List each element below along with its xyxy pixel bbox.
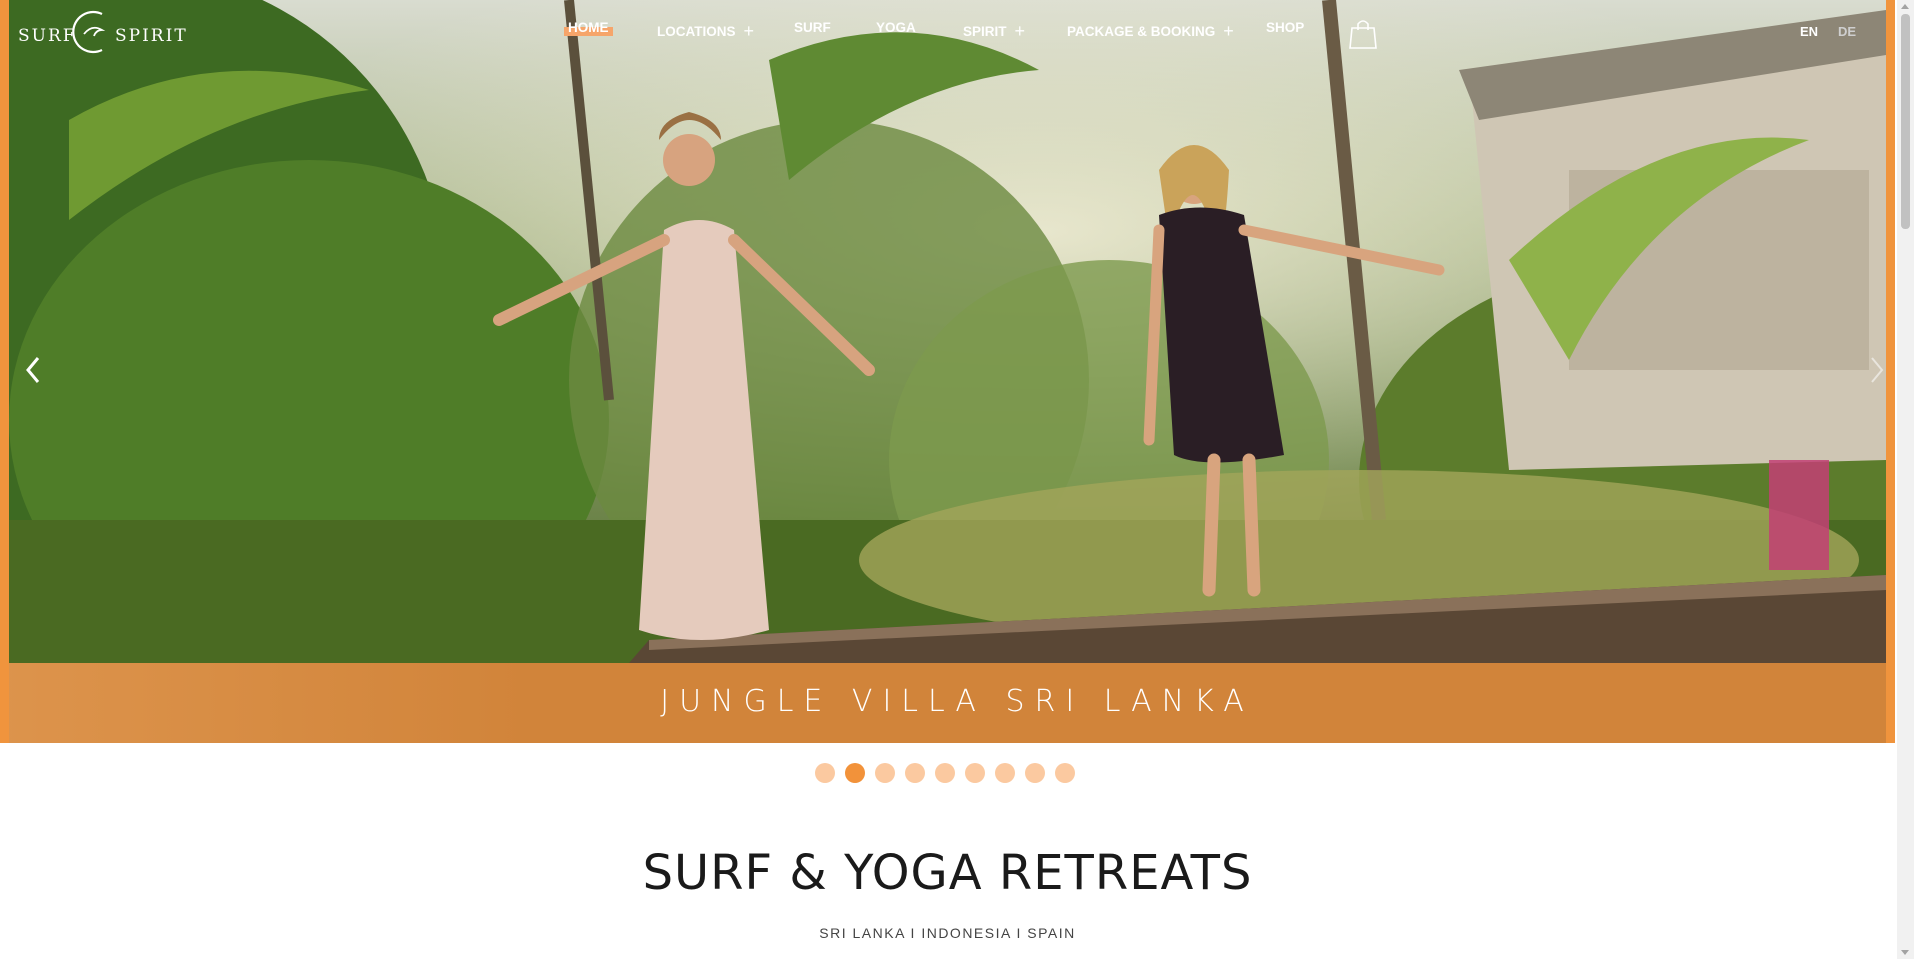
nav-item-label: SHOP	[1266, 20, 1305, 35]
slider-dot[interactable]	[815, 763, 835, 783]
scroll-up-arrow-icon[interactable]	[1901, 4, 1909, 9]
nav-item-label: SPIRIT	[963, 24, 1007, 39]
locations-subline: SRI LANKA I INDONESIA I SPAIN	[819, 925, 1076, 941]
language-de[interactable]: DE	[1838, 24, 1856, 39]
nav-item-spirit[interactable]: SPIRIT +	[963, 20, 1025, 41]
slider-dot[interactable]	[995, 763, 1015, 783]
nav-item-label: LOCATIONS	[657, 24, 736, 39]
nav-item-label: SURF	[794, 20, 831, 35]
logo-word-spirit: SPIRIT	[115, 26, 188, 46]
page-scrollbar[interactable]	[1897, 0, 1914, 959]
slider-dot[interactable]	[1055, 763, 1075, 783]
slider-dot[interactable]	[905, 763, 925, 783]
page-headline: SURF & YOGA RETREATS	[642, 845, 1253, 901]
wave-logo-icon	[72, 10, 106, 54]
slider-next-button[interactable]	[1865, 350, 1889, 390]
nav-item-yoga[interactable]: YOGA	[876, 20, 916, 35]
slide-caption: JUNGLE VILLA SRI LANKA	[660, 684, 1254, 719]
nav-item-surf[interactable]: SURF	[794, 20, 831, 35]
nav-item-locations[interactable]: LOCATIONS +	[657, 20, 754, 41]
nav-item-home[interactable]: HOME	[564, 20, 612, 36]
plus-icon[interactable]: +	[1223, 21, 1234, 41]
scroll-down-arrow-icon[interactable]	[1901, 950, 1909, 955]
nav-item-package-booking[interactable]: PACKAGE & BOOKING +	[1067, 20, 1234, 41]
plus-icon[interactable]: +	[744, 21, 755, 41]
slider-prev-button[interactable]	[21, 350, 45, 390]
shopping-bag-icon[interactable]	[1348, 18, 1378, 50]
chevron-left-icon	[26, 357, 40, 383]
slider-dot-active[interactable]	[845, 763, 865, 783]
slider-dot[interactable]	[1025, 763, 1045, 783]
slider-dot[interactable]	[965, 763, 985, 783]
slider-dot[interactable]	[935, 763, 955, 783]
hero-slider	[0, 0, 1895, 743]
scrollbar-thumb[interactable]	[1901, 14, 1910, 229]
slider-dot[interactable]	[875, 763, 895, 783]
hero-image	[9, 0, 1886, 663]
plus-icon[interactable]: +	[1015, 21, 1026, 41]
nav-item-label: PACKAGE & BOOKING	[1067, 24, 1216, 39]
nav-item-label: YOGA	[876, 20, 916, 35]
nav-item-shop[interactable]: SHOP	[1266, 20, 1304, 35]
language-en[interactable]: EN	[1797, 24, 1821, 40]
nav-item-label: HOME	[568, 20, 609, 35]
chevron-right-icon	[1871, 357, 1884, 383]
